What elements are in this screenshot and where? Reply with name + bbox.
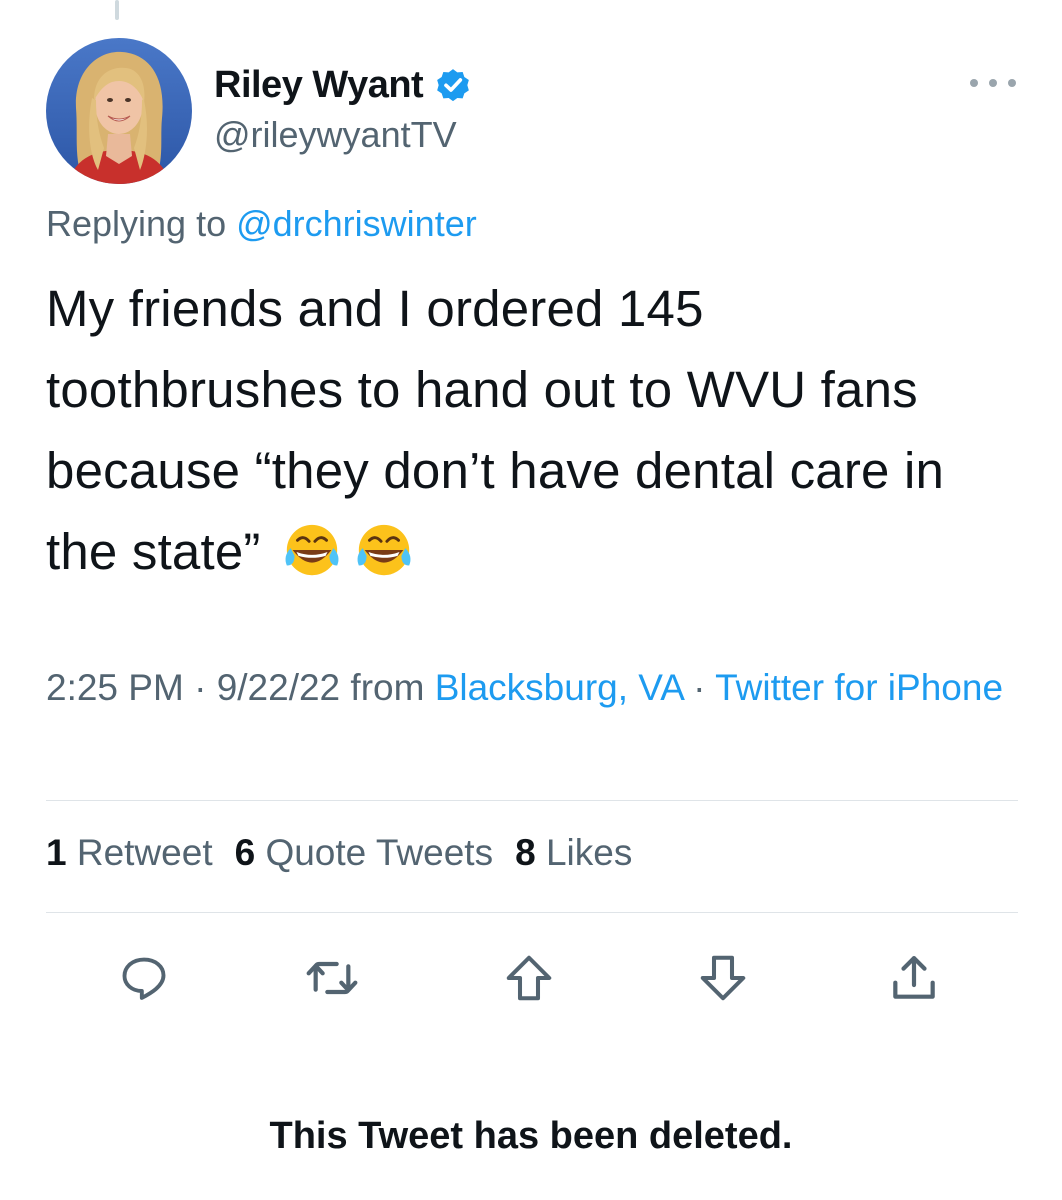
likes-count: 8 bbox=[515, 832, 536, 873]
likes-stat[interactable]: 8 Likes bbox=[515, 832, 632, 873]
replying-to-label: Replying to bbox=[46, 203, 237, 244]
quote-tweets-label: Quote Tweets bbox=[265, 832, 494, 873]
face-with-tears-of-joy-icon bbox=[353, 519, 415, 581]
reply-mention-link[interactable]: @drchriswinter bbox=[236, 203, 477, 244]
more-dot bbox=[989, 79, 997, 87]
retweets-count: 1 bbox=[46, 832, 67, 873]
deleted-tweet-notice: This Tweet has been deleted. bbox=[269, 1115, 793, 1157]
reply-icon[interactable] bbox=[114, 948, 174, 1008]
quote-tweets-count: 6 bbox=[234, 832, 256, 873]
replying-to-line: Replying to @drchriswinter bbox=[46, 203, 477, 245]
verified-badge-icon bbox=[433, 65, 473, 105]
action-bar bbox=[0, 948, 1062, 1008]
avatar[interactable] bbox=[46, 38, 192, 184]
face-with-tears-of-joy-icon bbox=[281, 519, 343, 581]
quote-tweets-stat[interactable]: 6 Quote Tweets bbox=[235, 832, 493, 873]
tweet-body: My friends and I ordered 145 toothbrushe… bbox=[46, 280, 945, 580]
tweet-text: My friends and I ordered 145 toothbrushe… bbox=[46, 268, 1006, 592]
share-icon[interactable] bbox=[884, 948, 944, 1008]
tweet-meta: 2:25 PM · 9/22/22 from Blacksburg, VA · … bbox=[46, 660, 1006, 716]
meta-separator: · bbox=[693, 667, 706, 708]
author-handle[interactable]: @rileywyantTV bbox=[214, 114, 457, 156]
tweet-date[interactable]: 9/22/22 bbox=[217, 667, 340, 708]
tweet-time[interactable]: 2:25 PM bbox=[46, 667, 184, 708]
more-options-icon[interactable] bbox=[970, 68, 1016, 98]
thread-connector-line bbox=[115, 0, 119, 20]
upvote-icon[interactable] bbox=[499, 948, 559, 1008]
retweet-icon[interactable] bbox=[302, 948, 362, 1008]
meta-separator: · bbox=[194, 667, 207, 708]
divider bbox=[46, 800, 1018, 801]
engagement-stats: 1 Retweet 6 Quote Tweets 8 Likes bbox=[46, 832, 654, 874]
from-label: from bbox=[350, 667, 425, 708]
divider bbox=[46, 912, 1018, 913]
author-display-name[interactable]: Riley Wyant bbox=[214, 64, 424, 107]
likes-label: Likes bbox=[545, 832, 633, 873]
more-dot bbox=[1008, 79, 1016, 87]
author-name-row[interactable]: Riley Wyant bbox=[214, 62, 473, 108]
avatar-image bbox=[46, 38, 192, 184]
retweets-label: Retweet bbox=[76, 832, 213, 873]
more-dot bbox=[970, 79, 978, 87]
downvote-icon[interactable] bbox=[693, 948, 753, 1008]
location-link[interactable]: Blacksburg, VA bbox=[435, 667, 683, 708]
source-link[interactable]: Twitter for iPhone bbox=[715, 667, 1003, 708]
retweets-stat[interactable]: 1 Retweet bbox=[46, 832, 213, 873]
